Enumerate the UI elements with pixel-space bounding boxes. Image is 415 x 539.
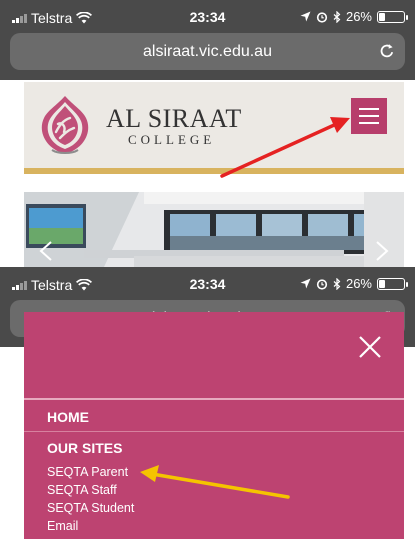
battery-icon bbox=[377, 277, 408, 290]
hamburger-menu-button[interactable] bbox=[351, 98, 387, 134]
college-name: AL SIRAAT bbox=[106, 104, 242, 133]
menu-item-seqta-student[interactable]: SEQTA Student bbox=[47, 501, 134, 515]
browser-chrome: Telstra 23:34 26% alsiraat.vic.edu.au bbox=[0, 0, 415, 80]
status-bar: Telstra 23:34 26% bbox=[0, 267, 415, 299]
carousel-next-icon[interactable] bbox=[370, 240, 392, 262]
classroom-photo bbox=[24, 192, 404, 267]
menu-heading-our-sites: OUR SITES bbox=[47, 440, 123, 456]
bluetooth-icon bbox=[333, 277, 341, 290]
menu-item-seqta-parent[interactable]: SEQTA Parent bbox=[47, 465, 128, 479]
menu-divider bbox=[24, 431, 404, 432]
navigation-menu-panel: HOME OUR SITES SEQTA Parent SEQTA Staff … bbox=[24, 312, 404, 539]
college-logo-icon bbox=[41, 96, 89, 154]
menu-item-home[interactable]: HOME bbox=[47, 409, 89, 425]
bluetooth-icon bbox=[333, 10, 341, 23]
menu-divider bbox=[24, 398, 404, 400]
status-right: 26% bbox=[300, 9, 408, 24]
location-icon bbox=[300, 11, 311, 22]
status-bar: Telstra 23:34 26% bbox=[0, 0, 415, 32]
location-icon bbox=[300, 278, 311, 289]
close-icon bbox=[359, 336, 381, 358]
reload-icon[interactable] bbox=[378, 42, 396, 60]
status-right: 26% bbox=[300, 276, 408, 291]
address-bar[interactable]: alsiraat.vic.edu.au bbox=[10, 33, 405, 70]
battery-level bbox=[379, 279, 385, 288]
alarm-icon bbox=[316, 278, 328, 290]
hero-carousel[interactable] bbox=[24, 192, 404, 267]
battery-icon bbox=[377, 10, 408, 23]
battery-percent: 26% bbox=[345, 276, 372, 291]
site-header: AL SIRAAT COLLEGE bbox=[24, 82, 404, 174]
battery-percent: 26% bbox=[345, 9, 372, 24]
menu-item-email[interactable]: Email bbox=[47, 519, 78, 533]
menu-item-seqta-staff[interactable]: SEQTA Staff bbox=[47, 483, 117, 497]
alarm-icon bbox=[316, 11, 328, 23]
carousel-prev-icon[interactable] bbox=[36, 240, 58, 262]
url-text: alsiraat.vic.edu.au bbox=[143, 43, 272, 60]
close-menu-button[interactable] bbox=[357, 334, 383, 360]
college-subtitle: COLLEGE bbox=[128, 132, 216, 147]
battery-level bbox=[379, 12, 385, 21]
screenshot-top: Telstra 23:34 26% alsiraat.vic.edu.au AL… bbox=[0, 0, 415, 267]
screenshot-bottom: Telstra 23:34 26% alsiraat.vic.edu.au bbox=[0, 267, 415, 539]
